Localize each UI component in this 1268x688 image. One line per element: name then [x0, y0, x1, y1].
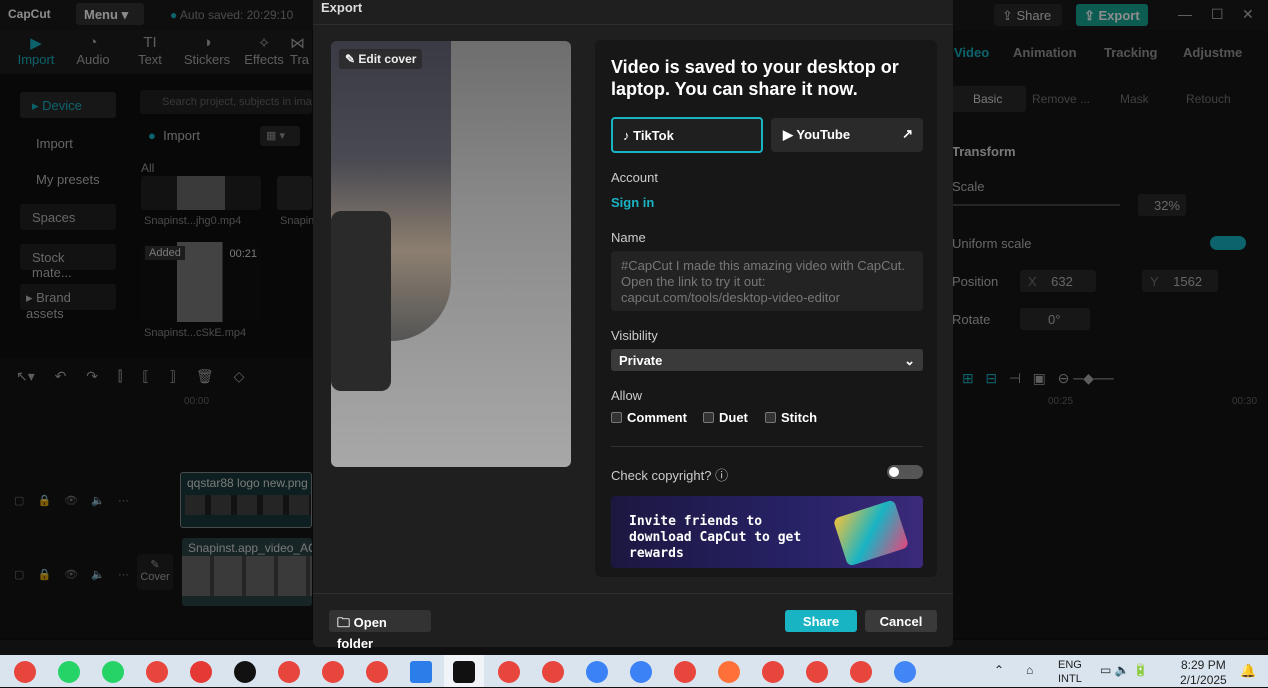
export-dialog: Export ✎ Edit cover Video is saved to yo…	[313, 0, 953, 651]
chrome-icon[interactable]	[542, 661, 564, 683]
info-icon: ⓘ	[715, 468, 729, 483]
open-folder-button[interactable]: 🗀 Open folder	[329, 610, 431, 651]
cancel-button[interactable]: Cancel	[865, 610, 937, 632]
chrome-icon[interactable]	[762, 661, 784, 683]
firefox-icon[interactable]	[718, 661, 740, 683]
chrome-icon[interactable]	[14, 661, 36, 683]
chrome-icon[interactable]	[586, 661, 608, 683]
notification-icon[interactable]: 🔔	[1240, 663, 1256, 679]
duet-checkbox[interactable]: Duet	[703, 410, 748, 425]
invite-banner[interactable]: Invite friends to download CapCut to get…	[611, 496, 923, 568]
allow-label: Allow	[611, 388, 643, 403]
share-card: Video is saved to your desktop or laptop…	[595, 40, 937, 577]
whatsapp-icon[interactable]	[102, 661, 124, 683]
visibility-select[interactable]: Private ⌄	[611, 349, 923, 371]
share-button[interactable]: Share	[785, 610, 857, 632]
edit-cover-button[interactable]: ✎ Edit cover	[339, 49, 423, 69]
chrome-icon[interactable]	[630, 661, 652, 683]
app-icon[interactable]	[190, 661, 212, 683]
chrome-icon[interactable]	[894, 661, 916, 683]
chevron-down-icon: ⌄	[904, 353, 915, 368]
copyright-toggle[interactable]	[887, 465, 923, 479]
tray-network-icon[interactable]: ⌂	[1026, 663, 1033, 677]
video-preview: ✎ Edit cover	[331, 41, 571, 467]
whatsapp-icon[interactable]	[58, 661, 80, 683]
sign-in-link[interactable]: Sign in	[611, 195, 654, 210]
chrome-icon[interactable]	[146, 661, 168, 683]
account-label: Account	[611, 170, 658, 185]
check-copyright-label: Check copyright? ⓘ	[611, 468, 729, 483]
taskbar-clock[interactable]: 8:29 PM 2/1/2025	[1180, 658, 1227, 688]
input-language[interactable]: ENG INTL	[1058, 658, 1082, 686]
chrome-icon[interactable]	[674, 661, 696, 683]
name-label: Name	[611, 230, 646, 245]
chrome-icon[interactable]	[806, 661, 828, 683]
chrome-icon[interactable]	[498, 661, 520, 683]
chrome-icon[interactable]	[366, 661, 388, 683]
chrome-icon[interactable]	[850, 661, 872, 683]
external-link-icon: ↗	[902, 126, 913, 141]
saved-headline: Video is saved to your desktop or laptop…	[611, 57, 899, 99]
youtube-icon: ▶	[783, 127, 793, 142]
tray-system-icons[interactable]: ▭ 🔈 🔋	[1100, 663, 1148, 677]
chrome-icon[interactable]	[322, 661, 344, 683]
windows-taskbar: ⌃ ⌂ ENG INTL ▭ 🔈 🔋 8:29 PM 2/1/2025 🔔	[0, 655, 1268, 687]
folder-icon: 🗀	[337, 615, 351, 630]
gift-box-icon	[832, 499, 910, 567]
notepad-icon[interactable]	[410, 661, 432, 683]
tiktok-icon: ♪	[623, 128, 630, 143]
capcut-taskbar-item[interactable]	[444, 655, 484, 687]
capcut-icon	[453, 661, 475, 683]
stitch-checkbox[interactable]: Stitch	[765, 410, 817, 425]
tiktok-tab[interactable]: ♪ TikTok	[611, 117, 763, 153]
caption-input[interactable]: #CapCut I made this amazing video with C…	[611, 251, 923, 311]
motorbike-figure	[331, 211, 391, 391]
divider	[611, 446, 923, 447]
youtube-tab[interactable]: ▶ YouTube ↗	[771, 118, 923, 152]
dialog-title: Export	[321, 0, 363, 15]
chrome-icon[interactable]	[278, 661, 300, 683]
comment-checkbox[interactable]: Comment	[611, 410, 687, 425]
visibility-label: Visibility	[611, 328, 658, 343]
tray-chevron-icon[interactable]: ⌃	[994, 663, 1004, 677]
app-icon[interactable]	[234, 661, 256, 683]
